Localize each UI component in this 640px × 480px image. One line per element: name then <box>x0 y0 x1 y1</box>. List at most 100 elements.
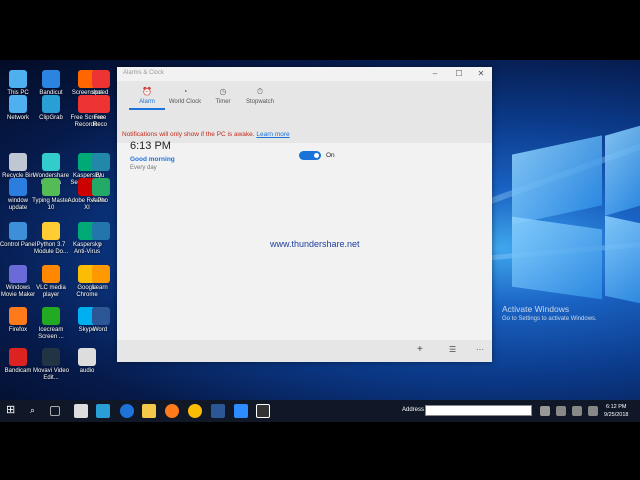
activate-windows-watermark: Activate Windows Go to Settings to activ… <box>502 304 597 322</box>
add-alarm-button[interactable]: + <box>417 344 423 355</box>
app-icon <box>9 222 27 240</box>
app-icon <box>92 70 110 88</box>
wallpaper-window-pane <box>605 124 640 216</box>
address-toolbar-label: Address <box>402 407 425 413</box>
desktop-icon[interactable]: audio <box>67 348 107 375</box>
timer-icon: ◷ <box>219 87 227 96</box>
window-title: Alarms & Clock <box>123 70 165 76</box>
app-icon <box>92 153 110 171</box>
network-icon[interactable] <box>556 406 566 416</box>
desktop-icon[interactable]: Typing Master 10 <box>31 178 71 212</box>
app-icon <box>92 178 110 196</box>
desktop-icon-label: Free Reco <box>92 115 107 128</box>
letterbox-top <box>0 0 640 60</box>
alarm-name: Good morning <box>130 156 175 163</box>
clock-time: 6:12 PM <box>605 404 627 410</box>
desktop-icon[interactable]: Movavi Video Edit... <box>31 348 71 382</box>
wallpaper-window-pane <box>512 216 602 300</box>
tab-bar: ⏰ Alarm ◔ World Clock ◷ Timer ⏱ Stopwatc… <box>117 81 492 127</box>
clock-date: 9/25/2018 <box>604 412 629 418</box>
task-view-icon[interactable] <box>50 406 60 416</box>
desktop-icon-label: p <box>98 242 102 248</box>
tab-label: Alarm <box>139 99 155 105</box>
search-button[interactable]: ⌕ <box>30 405 35 416</box>
alarm-repeat: Every day <box>130 165 157 171</box>
taskbar-clock[interactable]: 6:12 PM 9/25/2018 <box>604 403 628 419</box>
minimize-button[interactable]: – <box>424 68 446 80</box>
app-icon <box>42 307 60 325</box>
desktop-icon-label: Typing Master 10 <box>32 198 70 211</box>
app-icon <box>9 348 27 366</box>
tab-alarm[interactable]: ⏰ Alarm <box>127 87 167 110</box>
maximize-button[interactable]: ☐ <box>448 68 470 80</box>
alarms-clock-window: Alarms & Clock – ☐ ✕ ⏰ Alarm ◔ World Clo… <box>117 67 492 362</box>
app-icon <box>9 265 27 283</box>
app-icon[interactable] <box>74 404 88 418</box>
tray-chevron-icon[interactable] <box>540 406 550 416</box>
file-explorer-icon[interactable] <box>142 404 156 418</box>
desktop-icon-label: Movavi Video Edit... <box>33 368 69 381</box>
app-icon <box>9 153 27 171</box>
app-icon <box>42 95 60 113</box>
activate-subtitle: Go to Settings to activate Windows. <box>502 316 597 322</box>
alarms-app-icon[interactable] <box>256 404 270 418</box>
start-button[interactable]: ⊞ <box>6 403 15 416</box>
letterbox-bottom <box>0 422 640 480</box>
desktop-icon[interactable]: ClipGrab <box>31 95 71 122</box>
tab-label: World Clock <box>168 99 202 105</box>
close-button[interactable]: ✕ <box>470 68 492 80</box>
app-icon <box>78 348 96 366</box>
watermark-text: www.thundershare.net <box>270 239 360 249</box>
battery-icon[interactable] <box>588 406 598 416</box>
address-input[interactable] <box>425 405 532 416</box>
alarm-time: 6:13 PM <box>130 140 171 152</box>
desktop-icon[interactable]: Python 3.7 Module Do... <box>31 222 71 256</box>
camera-app-icon[interactable] <box>234 404 248 418</box>
app-icon <box>42 178 60 196</box>
firefox-icon[interactable] <box>165 404 179 418</box>
desktop-icon[interactable]: p <box>92 222 110 249</box>
desktop-icon[interactable]: Icecream Screen ... <box>31 307 71 341</box>
tab-world-clock[interactable]: ◔ World Clock <box>165 87 205 105</box>
select-alarms-button[interactable]: ☰ <box>449 345 456 354</box>
activate-title: Activate Windows <box>502 304 570 314</box>
app-icon[interactable] <box>96 404 110 418</box>
app-icon <box>92 265 110 283</box>
word-icon[interactable] <box>211 404 225 418</box>
volume-icon[interactable] <box>572 406 582 416</box>
app-icon <box>9 95 27 113</box>
desktop-icon-label: Python 3.7 Module Do... <box>33 242 69 255</box>
app-icon <box>9 307 27 325</box>
desktop-icon[interactable]: A Pho <box>92 178 110 205</box>
desktop-icon-label: Learn <box>92 285 108 291</box>
app-icon <box>42 265 60 283</box>
desktop-icon[interactable]: Free Reco <box>92 95 110 129</box>
wallpaper-window-pane <box>512 135 602 225</box>
tab-timer[interactable]: ◷ Timer <box>203 87 243 105</box>
alarm-toggle-switch[interactable] <box>299 151 321 160</box>
app-icon <box>42 348 60 366</box>
app-icon <box>9 178 27 196</box>
alarm-item[interactable]: 6:13 PM Good morning Every day <box>130 140 175 171</box>
desktop-icon[interactable]: Word <box>92 307 110 334</box>
tab-stopwatch[interactable]: ⏱ Stopwatch <box>240 87 280 105</box>
desktop-icon[interactable]: Bandicut <box>31 70 71 97</box>
app-icon <box>92 307 110 325</box>
app-icon <box>42 70 60 88</box>
desktop-icon[interactable]: VLC media player <box>31 265 71 299</box>
title-bar[interactable]: Alarms & Clock – ☐ ✕ <box>117 67 492 81</box>
app-icon <box>9 70 27 88</box>
tab-label: Timer <box>215 99 231 105</box>
learn-more-link[interactable]: Learn more <box>256 131 289 138</box>
desktop-icon[interactable]: Learn <box>92 265 110 292</box>
desktop-icon[interactable]: Blu <box>92 153 110 180</box>
chrome-icon[interactable] <box>188 404 202 418</box>
edge-icon[interactable] <box>120 404 134 418</box>
active-tab-indicator <box>129 108 165 110</box>
desktop-icon-label: audio <box>79 368 95 374</box>
more-options-button[interactable]: ··· <box>476 345 484 354</box>
wallpaper-window-pane <box>605 215 640 305</box>
app-icon <box>92 222 110 240</box>
desktop-icon-label: ClipGrab <box>39 115 63 121</box>
globe-icon: ◔ <box>182 87 188 96</box>
